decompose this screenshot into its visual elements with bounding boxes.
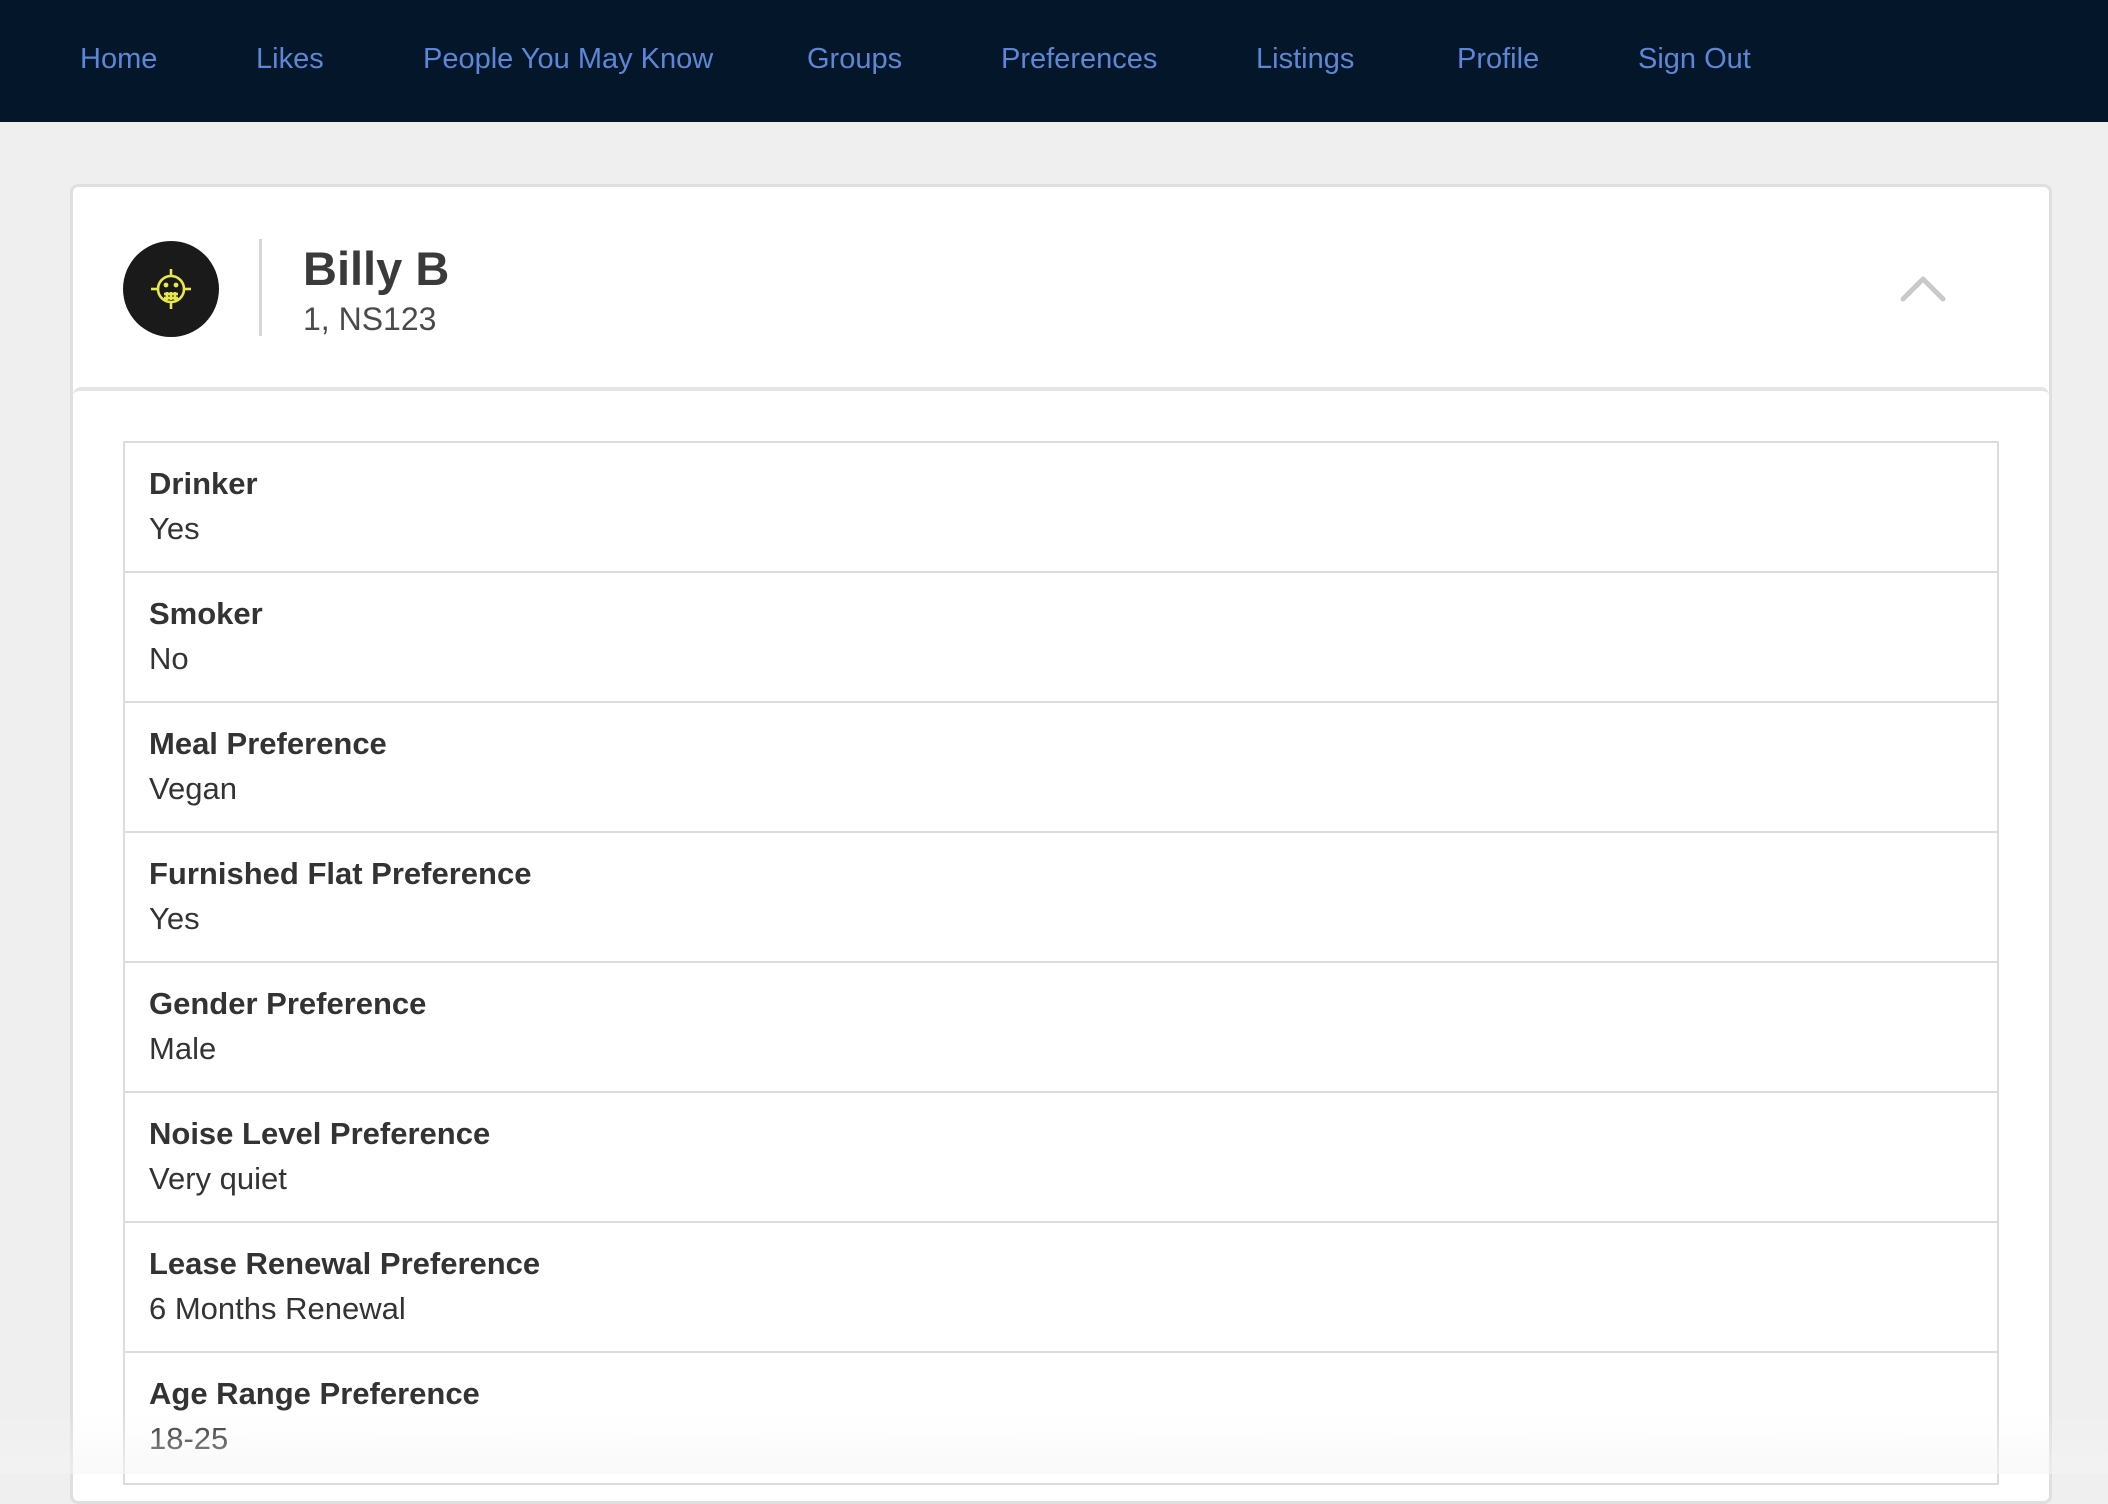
preference-label: Lease Renewal Preference	[149, 1246, 541, 1281]
profile-card-header: Billy B 1, NS123	[73, 187, 2049, 387]
preference-label: Age Range Preference	[149, 1376, 480, 1411]
collapse-toggle-button[interactable]	[1893, 265, 1953, 309]
preference-label: Furnished Flat Preference	[149, 856, 532, 891]
top-navbar: Home Likes People You May Know Groups Pr…	[0, 0, 2108, 122]
nav-link-people-you-may-know[interactable]: People You May Know	[423, 0, 713, 118]
user-name: Billy B	[303, 242, 450, 295]
preference-item-gender: Gender Preference Male	[125, 963, 1997, 1093]
preference-value: Yes	[149, 511, 200, 546]
preference-label: Meal Preference	[149, 726, 387, 761]
preference-value: Male	[149, 1031, 217, 1066]
preference-label: Noise Level Preference	[149, 1116, 491, 1151]
preference-value: Yes	[149, 901, 200, 936]
preference-item-smoker: Smoker No	[125, 573, 1997, 703]
preference-list: Drinker Yes Smoker No Meal Preference Ve…	[123, 441, 1999, 1485]
preference-value: 18-25	[149, 1421, 229, 1456]
user-address: 1, NS123	[303, 301, 437, 337]
header-divider	[259, 239, 262, 336]
preference-value: No	[149, 641, 189, 676]
nav-link-sign-out[interactable]: Sign Out	[1638, 0, 1751, 118]
preference-label: Smoker	[149, 596, 263, 631]
preference-item-meal: Meal Preference Vegan	[125, 703, 1997, 833]
preference-item-noise-level: Noise Level Preference Very quiet	[125, 1093, 1997, 1223]
nav-link-likes[interactable]: Likes	[256, 0, 324, 118]
nav-link-listings[interactable]: Listings	[1256, 0, 1354, 118]
nav-link-home[interactable]: Home	[80, 0, 157, 118]
nav-link-profile[interactable]: Profile	[1457, 0, 1539, 118]
preference-item-lease-renewal: Lease Renewal Preference 6 Months Renewa…	[125, 1223, 1997, 1353]
preference-value: 6 Months Renewal	[149, 1291, 406, 1326]
smiley-emblem-icon	[151, 269, 191, 309]
preference-value: Very quiet	[149, 1161, 287, 1196]
preference-item-furnished-flat: Furnished Flat Preference Yes	[125, 833, 1997, 963]
preference-label: Drinker	[149, 466, 258, 501]
avatar	[123, 241, 219, 337]
preference-item-age-range: Age Range Preference 18-25	[125, 1353, 1997, 1483]
preference-item-drinker: Drinker Yes	[125, 443, 1997, 573]
profile-card-body: Drinker Yes Smoker No Meal Preference Ve…	[73, 387, 2049, 1501]
preference-value: Vegan	[149, 771, 237, 806]
chevron-up-icon	[1900, 276, 1946, 302]
preference-label: Gender Preference	[149, 986, 427, 1021]
profile-card: Billy B 1, NS123 Drinker Yes Smoker No M…	[70, 184, 2052, 1504]
nav-link-groups[interactable]: Groups	[807, 0, 902, 118]
nav-link-preferences[interactable]: Preferences	[1001, 0, 1157, 118]
